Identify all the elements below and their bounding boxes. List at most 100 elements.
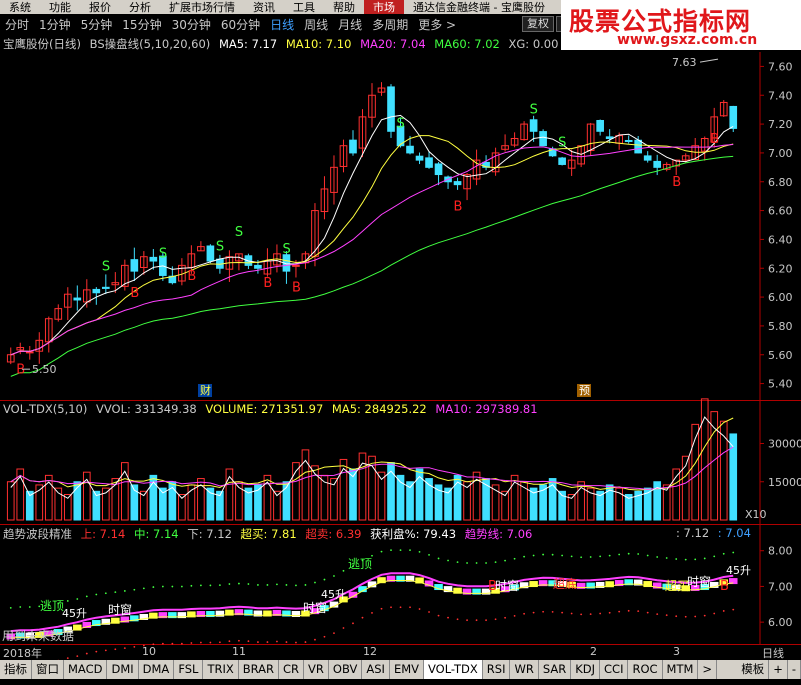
tab-18[interactable]: CCI [600, 660, 629, 679]
period-8[interactable]: 月线 [333, 16, 367, 33]
lower-band-dot [447, 616, 449, 619]
trend-band-block [339, 596, 348, 603]
menu-item-7[interactable]: 帮助 [324, 0, 364, 14]
upper-band-dot [276, 583, 278, 586]
tab-14[interactable]: RSI [483, 660, 511, 679]
upper-band-dot [38, 605, 41, 608]
period-4[interactable]: 30分钟 [167, 16, 216, 33]
volume-bar [453, 474, 462, 521]
tab-17[interactable]: KDJ [571, 660, 601, 679]
tab-6[interactable]: TRIX [203, 660, 239, 679]
upper-band-dot [199, 584, 202, 587]
lower-band-dot [713, 612, 716, 615]
period-2[interactable]: 5分钟 [76, 16, 118, 33]
volume-bar [624, 494, 633, 521]
candle-body [577, 145, 585, 165]
lower-band-dot [323, 635, 326, 638]
candle-body [425, 157, 433, 168]
volume-bar [263, 474, 272, 521]
upper-band-dot [599, 555, 602, 558]
menu-item-1[interactable]: 功能 [40, 0, 80, 14]
trend-band-block [472, 588, 481, 595]
tab-24[interactable]: - [788, 660, 801, 679]
menu-item-active[interactable]: 市场 [364, 0, 404, 14]
candle-body [63, 293, 72, 308]
volume-bar [311, 465, 319, 521]
price-tick-label: 6.20 [768, 262, 793, 275]
lower-band-dot [599, 612, 602, 615]
tab-9[interactable]: VR [304, 660, 329, 679]
tab-22[interactable]: 模板 [737, 660, 770, 679]
volume-bar [662, 484, 671, 521]
price-tick-label: 5.60 [768, 349, 793, 362]
volume-bar [406, 481, 414, 521]
candle-body [453, 181, 462, 186]
period-10[interactable]: 更多 > [413, 16, 461, 33]
tab-12[interactable]: EMV [390, 660, 424, 679]
trend-tick-label: 7.00 [768, 580, 793, 593]
tab-11[interactable]: ASI [362, 660, 390, 679]
tab-15[interactable]: WR [510, 660, 539, 679]
tab-19[interactable]: ROC [628, 660, 663, 679]
price-tick-label: 5.40 [768, 378, 793, 391]
tab-16[interactable]: SAR [539, 660, 572, 679]
period-3[interactable]: 15分钟 [117, 16, 166, 33]
trend-band-block [149, 612, 158, 619]
period-0[interactable]: 分时 [0, 16, 34, 33]
candle-body [529, 119, 538, 132]
candle-body [729, 105, 738, 129]
trend-band-block [462, 588, 472, 595]
volume-bar [710, 411, 719, 521]
restore-button[interactable]: 复权 [522, 16, 554, 32]
upper-band-dot [171, 585, 174, 588]
tab-13[interactable]: VOL-TDX [424, 660, 483, 679]
tab-5[interactable]: FSL [174, 660, 204, 679]
trend-tick-label: 8.00 [768, 545, 793, 558]
upper-band-dot [47, 603, 50, 606]
volume-bar [472, 471, 481, 521]
volume-bar [529, 487, 538, 521]
candle-body [653, 160, 662, 168]
volume-bar [168, 481, 177, 521]
panel-divider-1 [0, 400, 801, 401]
menu-item-4[interactable]: 扩展市场行情 [160, 0, 244, 14]
volume-bar [330, 478, 338, 521]
tab-23[interactable]: + [769, 660, 788, 679]
trend-band-block [6, 633, 16, 640]
menu-item-5[interactable]: 资讯 [244, 0, 284, 14]
trend-band-block [120, 616, 130, 623]
tab-1[interactable]: 窗口 [32, 660, 64, 679]
tab-0[interactable]: 指标 [0, 660, 32, 679]
menu-item-3[interactable]: 分析 [120, 0, 160, 14]
upper-band-dot [257, 584, 259, 586]
period-6[interactable]: 日线 [265, 16, 299, 33]
volume-bar [130, 484, 139, 521]
period-5[interactable]: 60分钟 [216, 16, 265, 33]
trend-band-block [405, 575, 415, 582]
tab-7[interactable]: BRAR [239, 660, 280, 679]
candle-body [197, 246, 205, 252]
tab-21[interactable]: > [698, 660, 718, 679]
upper-band-dot [475, 562, 478, 564]
menu-item-6[interactable]: 工具 [284, 0, 324, 14]
high-pointer [699, 58, 719, 63]
candle-body [82, 289, 91, 303]
upper-band-dot [19, 606, 22, 608]
tab-8[interactable]: CR [279, 660, 305, 679]
tab-2[interactable]: MACD [64, 660, 108, 679]
signal-b: B [16, 363, 25, 378]
period-9[interactable]: 多周期 [367, 16, 413, 33]
trend-signal-b: B [720, 579, 729, 594]
tab-10[interactable]: OBV [329, 660, 363, 679]
menu-item-2[interactable]: 报价 [80, 0, 120, 14]
period-1[interactable]: 1分钟 [34, 16, 76, 33]
tab-20[interactable]: MTM [663, 660, 699, 679]
trend-label-sheng-2: 45升 [321, 588, 346, 601]
period-7[interactable]: 周线 [299, 16, 333, 33]
volume-bar [235, 481, 243, 521]
candle-body [235, 253, 243, 262]
menu-item-0[interactable]: 系统 [0, 0, 40, 14]
upper-band-dot [380, 550, 383, 553]
tab-4[interactable]: DMA [139, 660, 175, 679]
tab-3[interactable]: DMI [107, 660, 139, 679]
